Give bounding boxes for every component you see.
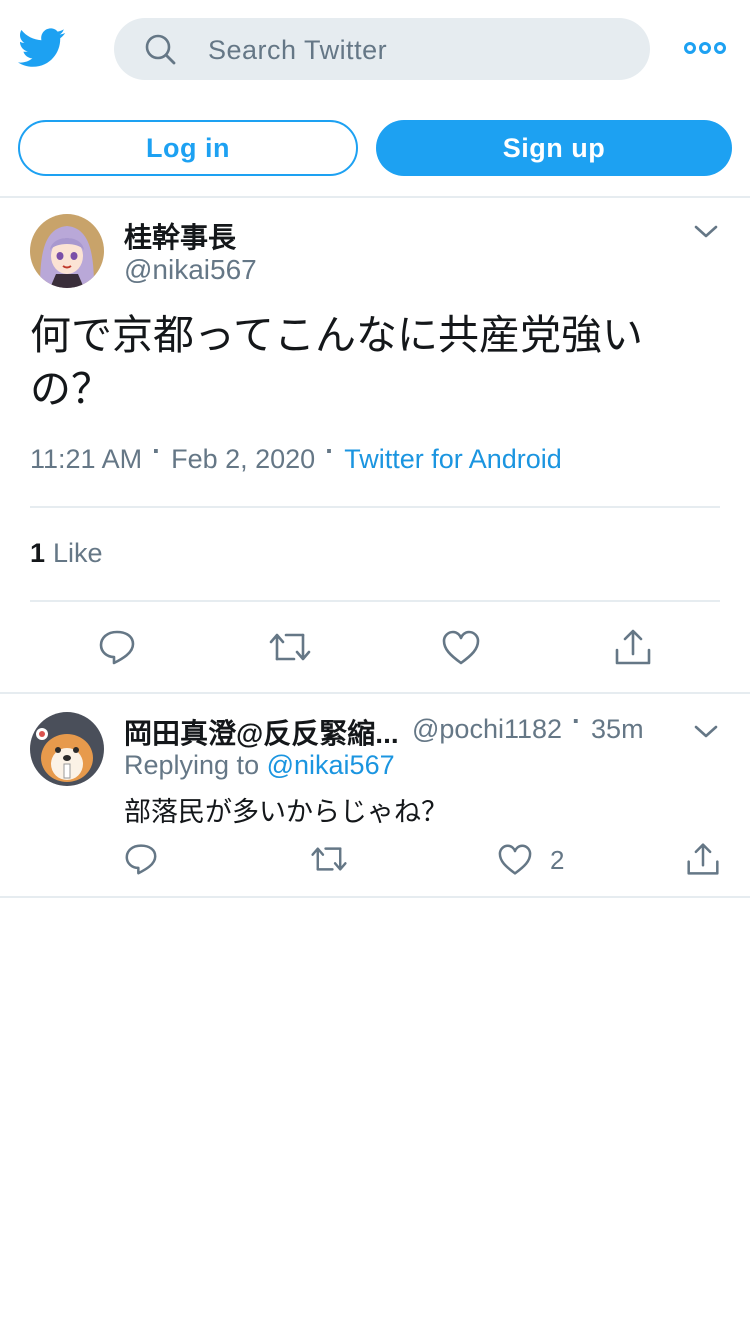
author-handle[interactable]: @nikai567 <box>124 254 257 286</box>
search-input[interactable]: Search Twitter <box>208 35 387 66</box>
reply-author-handle[interactable]: @pochi1182 · 35m <box>412 706 644 745</box>
search-icon <box>144 34 178 66</box>
replying-to-mention[interactable]: @nikai567 <box>267 750 395 780</box>
search-bar[interactable]: Search Twitter <box>114 18 650 80</box>
reply-handle: @pochi1182 <box>412 714 563 744</box>
tweet-text: 何で京都ってこんなに共産党強いの？ <box>30 312 643 412</box>
author-name[interactable]: 桂幹事長 <box>124 216 236 256</box>
tweet-date[interactable]: Feb 2, 2020 <box>171 444 315 474</box>
replying-to-label: Replying to <box>124 750 260 780</box>
retweet-icon[interactable] <box>268 629 312 665</box>
share-icon[interactable] <box>686 842 720 876</box>
chevron-down-icon[interactable] <box>692 222 720 240</box>
reply-icon[interactable] <box>124 843 158 875</box>
reply-like-count: 2 <box>550 845 565 875</box>
reply-author-name[interactable]: 岡田真澄@反反緊縮... <box>124 712 399 752</box>
divider <box>30 600 720 602</box>
header-divider <box>0 196 750 198</box>
tweet-time: 11:21 AM <box>30 444 143 474</box>
likes-count[interactable]: 1 Like <box>30 538 103 569</box>
replying-to: Replying to @nikai567 <box>124 750 395 781</box>
like-count-label: Like <box>53 538 103 568</box>
like-count-number: 1 <box>30 538 46 568</box>
retweet-icon[interactable] <box>310 843 348 875</box>
more-options-icon[interactable] <box>684 41 726 55</box>
separator-dot: · <box>152 436 162 466</box>
share-icon[interactable] <box>614 628 652 665</box>
divider <box>30 506 720 508</box>
like-heart-icon[interactable] <box>442 630 480 666</box>
login-button[interactable]: Log in <box>18 120 358 176</box>
like-heart-icon[interactable] <box>498 844 532 876</box>
tweet-source-link[interactable]: Twitter for Android <box>344 444 562 474</box>
reply-age: 35m <box>591 714 644 744</box>
reply-avatar[interactable] <box>30 712 104 786</box>
divider <box>0 896 750 898</box>
divider <box>0 692 750 694</box>
twitter-logo-icon[interactable] <box>18 28 66 70</box>
tweet-metadata: 11:21 AM · Feb 2, 2020 · Twitter for Android <box>30 436 562 475</box>
avatar[interactable] <box>30 214 104 288</box>
separator-dot: · <box>325 436 335 466</box>
signup-button[interactable]: Sign up <box>376 120 732 176</box>
separator-dot: · <box>572 706 582 736</box>
chevron-down-icon[interactable] <box>692 722 720 740</box>
reply-icon[interactable] <box>98 629 136 665</box>
reply-text: 部落民が多いからじゃね？ <box>124 797 448 827</box>
